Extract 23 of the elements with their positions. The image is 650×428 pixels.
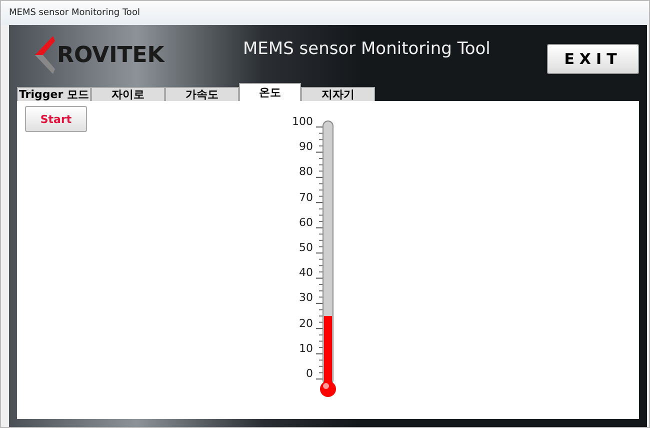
app-title: MEMS sensor Monitoring Tool — [243, 39, 490, 59]
scale-label: 100 — [292, 116, 313, 130]
tab[interactable]: 가속도 — [165, 87, 239, 101]
tab[interactable]: 자이로 — [91, 87, 165, 101]
window-title: MEMS sensor Monitoring Tool — [9, 8, 140, 18]
logo-chevron-icon — [35, 36, 55, 74]
scale-label: 80 — [298, 166, 313, 180]
scale-label: 30 — [298, 292, 313, 306]
scale-label: 40 — [298, 267, 313, 282]
scale-label: 50 — [298, 242, 313, 256]
tab[interactable]: 지자기 — [301, 87, 375, 101]
thermometer-bulb — [320, 381, 336, 397]
tab[interactable]: Trigger 모드 — [17, 87, 91, 101]
scale-label: 60 — [298, 216, 313, 231]
scale-label: 70 — [298, 192, 313, 206]
scale-label: 90 — [298, 141, 313, 156]
scale-label: 10 — [298, 342, 313, 357]
scale-label: 0 — [305, 368, 313, 382]
exit-button[interactable]: EXIT — [547, 44, 639, 74]
logo-text: ROVITEK — [57, 42, 164, 68]
start-button[interactable]: Start — [25, 106, 87, 132]
scale-label: 20 — [298, 318, 313, 332]
tab[interactable]: 온도 — [239, 83, 301, 101]
